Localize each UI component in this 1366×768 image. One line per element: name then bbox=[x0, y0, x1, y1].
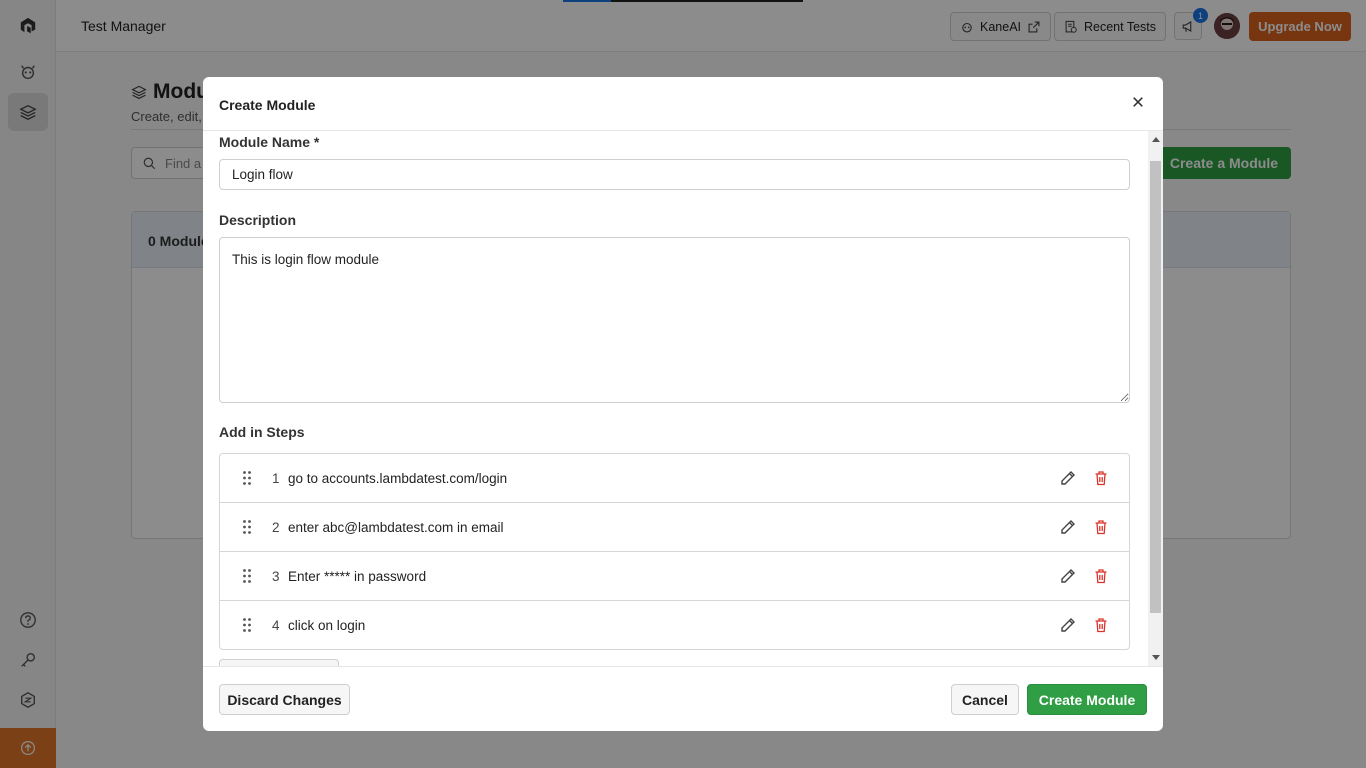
steps-list: 1 go to accounts.lambdatest.com/login 2 … bbox=[219, 453, 1130, 650]
create-module-dialog: Create Module Module Name * Description … bbox=[203, 77, 1163, 731]
edit-pencil-icon[interactable] bbox=[1060, 617, 1076, 633]
module-name-input[interactable] bbox=[219, 159, 1130, 190]
delete-trash-icon[interactable] bbox=[1093, 470, 1109, 486]
modal-footer: Discard Changes Cancel Create Module bbox=[203, 666, 1163, 731]
drag-handle-icon[interactable] bbox=[242, 617, 252, 633]
step-text: Enter ***** in password bbox=[288, 568, 427, 584]
step-number: 1 bbox=[272, 470, 280, 486]
delete-trash-icon[interactable] bbox=[1093, 617, 1109, 633]
step-row: 2 enter abc@lambdatest.com in email bbox=[220, 503, 1129, 552]
step-row: 4 click on login bbox=[220, 601, 1129, 649]
description-label: Description bbox=[219, 212, 297, 228]
modal-header: Create Module bbox=[203, 77, 1163, 131]
scroll-up-arrow-icon[interactable] bbox=[1152, 137, 1160, 142]
step-number: 4 bbox=[272, 617, 280, 633]
step-text: go to accounts.lambdatest.com/login bbox=[288, 470, 508, 486]
step-number: 3 bbox=[272, 568, 280, 584]
edit-pencil-icon[interactable] bbox=[1060, 519, 1076, 535]
add-in-steps-label: Add in Steps bbox=[219, 424, 305, 440]
step-row: 1 go to accounts.lambdatest.com/login bbox=[220, 454, 1129, 503]
edit-pencil-icon[interactable] bbox=[1060, 470, 1076, 486]
step-row: 3 Enter ***** in password bbox=[220, 552, 1129, 601]
delete-trash-icon[interactable] bbox=[1093, 568, 1109, 584]
delete-trash-icon[interactable] bbox=[1093, 519, 1109, 535]
drag-handle-icon[interactable] bbox=[242, 568, 252, 584]
close-icon[interactable] bbox=[1129, 93, 1147, 111]
create-module-button[interactable]: Create Module bbox=[1027, 684, 1147, 715]
scrollbar-thumb[interactable] bbox=[1150, 161, 1161, 613]
edit-pencil-icon[interactable] bbox=[1060, 568, 1076, 584]
drag-handle-icon[interactable] bbox=[242, 470, 252, 486]
discard-changes-button[interactable]: Discard Changes bbox=[219, 684, 350, 715]
add-step-button[interactable] bbox=[219, 659, 339, 666]
modal-scrollbar[interactable] bbox=[1148, 131, 1163, 666]
modal-title: Create Module bbox=[219, 97, 316, 113]
description-textarea[interactable]: This is login flow module bbox=[219, 237, 1130, 403]
step-number: 2 bbox=[272, 519, 280, 535]
scroll-down-arrow-icon[interactable] bbox=[1152, 655, 1160, 660]
step-text: enter abc@lambdatest.com in email bbox=[288, 519, 504, 535]
step-text: click on login bbox=[288, 617, 366, 633]
module-name-label: Module Name * bbox=[219, 134, 320, 150]
modal-body[interactable]: Module Name * Description This is login … bbox=[203, 131, 1163, 666]
drag-handle-icon[interactable] bbox=[242, 519, 252, 535]
cancel-button[interactable]: Cancel bbox=[951, 684, 1019, 715]
